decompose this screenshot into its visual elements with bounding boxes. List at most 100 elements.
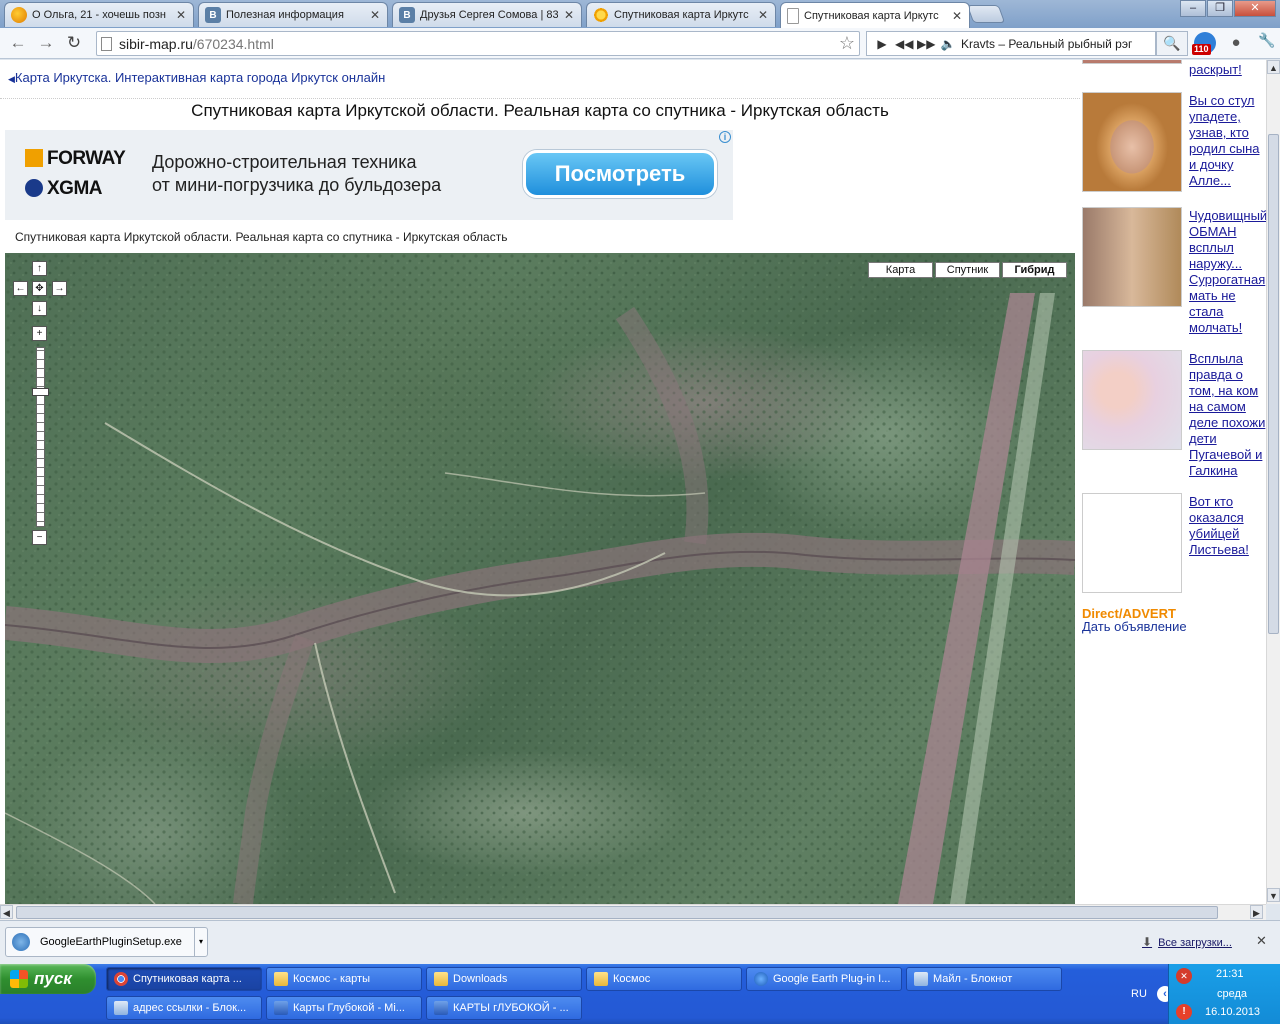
warning-icon[interactable]: ! [1176,1004,1192,1020]
news-thumbnail[interactable] [1082,60,1182,64]
browser-toolbar: ← → ↻ sibir-map.ru/670234.html ☆ ▶ ◀◀ ▶▶… [0,28,1280,59]
search-icon[interactable]: 🔍 [1156,31,1188,56]
broken-image-icon[interactable] [1082,493,1182,593]
ad-line-1: Дорожно-строительная техника [152,152,417,172]
back-button[interactable]: ← [6,32,30,54]
ad-banner[interactable]: i FORWAY XGMA Дорожно-строительная техни… [5,130,733,220]
zoom-slider-handle[interactable] [32,388,49,396]
tab-satellite-map-1[interactable]: Спутниковая карта Иркутс ✕ [586,2,776,27]
scroll-thumb[interactable] [16,906,1218,919]
pan-right-button[interactable]: → [52,281,67,296]
map-type-satellite[interactable]: Спутник [935,262,1000,278]
previous-icon[interactable]: ◀◀ [895,37,913,51]
map-type-map[interactable]: Карта [868,262,933,278]
ad-cta-button[interactable]: Посмотреть [523,150,717,198]
ad-info-icon[interactable]: i [719,131,731,143]
task-word-maps-2[interactable]: КАРТЫ гЛУБОКОЙ - ... [426,996,582,1020]
pan-up-button[interactable]: ↑ [32,261,47,276]
news-link[interactable]: Вот кто оказался убийцей Листьева! [1189,494,1266,558]
next-icon[interactable]: ▶▶ [917,37,935,51]
task-folder-downloads[interactable]: Downloads [426,967,582,991]
task-google-earth[interactable]: Google Earth Plug-in I... [746,967,902,991]
tab-odnoklassniki[interactable]: О Ольга, 21 - хочешь позн ✕ [4,2,194,27]
task-folder-kosmos-maps[interactable]: Космос - карты [266,967,422,991]
satellite-map[interactable]: ↑ ← ✥ → ↓ + − Карта Спутник Гибрид [5,253,1075,904]
news-link[interactable]: Чудовищный ОБМАН всплыл наружу... Суррог… [1189,208,1266,336]
reload-button[interactable]: ↻ [62,32,86,54]
clock-time[interactable]: 21:31 [1216,968,1244,980]
horizontal-scrollbar[interactable]: ◀ ▶ [0,904,1266,920]
xgma-logo: XGMA [25,178,103,200]
scroll-up-icon[interactable]: ▲ [1267,60,1280,74]
bookmark-star-icon[interactable]: ☆ [839,33,855,54]
close-icon[interactable]: ✕ [1256,933,1267,949]
google-earth-icon [754,972,768,986]
task-label: Downloads [453,973,508,985]
wrench-menu-icon[interactable]: 🔧 [1256,32,1278,54]
tab-satellite-map-active[interactable]: Спутниковая карта Иркутс ✕ [780,2,970,28]
scroll-down-icon[interactable]: ▼ [1267,888,1280,902]
news-thumbnail[interactable] [1082,350,1182,450]
maximize-button[interactable]: ❐ [1207,0,1233,17]
url-path: /670234.html [192,35,274,52]
news-link[interactable]: Всплыла правда о том, на ком на самом де… [1189,351,1266,479]
close-icon[interactable]: ✕ [369,8,381,22]
close-icon[interactable]: ✕ [175,8,187,22]
extension-icon[interactable]: ● [1226,34,1246,54]
task-notepad-mail[interactable]: Майл - Блокнот [906,967,1062,991]
url-host: sibir-map.ru [119,35,193,52]
page-title: Спутниковая карта Иркутской области. Реа… [0,98,1080,121]
volume-icon[interactable]: 🔈 [939,37,957,51]
page-icon [787,7,799,24]
vk-icon: B [205,7,221,23]
forward-button[interactable]: → [34,32,58,54]
show-all-downloads-link[interactable]: ⬇ Все загрузки... [1142,935,1232,949]
zoom-slider[interactable] [36,347,45,527]
scroll-left-icon[interactable]: ◀ [0,905,13,919]
tab-friends[interactable]: B Друзья Сергея Сомова | 83 ✕ [392,2,582,27]
task-label: Майл - Блокнот [933,973,1013,985]
close-icon[interactable]: ✕ [757,8,769,22]
address-bar[interactable]: sibir-map.ru/670234.html ☆ [96,31,860,56]
news-thumbnail[interactable] [1082,92,1182,192]
back-link[interactable]: ◀Карта Иркутска. Интерактивная карта гор… [8,70,385,85]
task-word-maps[interactable]: Карты Глубокой - Mi... [266,996,422,1020]
zoom-out-button[interactable]: − [32,530,47,545]
chevron-down-icon[interactable]: ▾ [194,928,207,956]
map-type-switcher: Карта Спутник Гибрид [868,262,1067,278]
zoom-in-button[interactable]: + [32,326,47,341]
close-window-button[interactable]: ✕ [1234,0,1276,17]
pan-left-button[interactable]: ← [13,281,28,296]
scroll-thumb[interactable] [1268,134,1279,634]
play-icon[interactable]: ▶ [873,37,891,51]
start-button[interactable]: пуск [0,964,96,994]
vertical-scrollbar[interactable]: ▲ ▼ [1266,60,1280,904]
task-chrome[interactable]: Спутниковая карта ... [106,967,262,991]
news-thumbnail[interactable] [1082,207,1182,307]
map-type-hybrid[interactable]: Гибрид [1002,262,1067,278]
place-ad-link[interactable]: Дать объявление [1082,619,1187,634]
close-icon[interactable]: ✕ [563,8,575,22]
task-label: адрес ссылки - Блок... [133,1002,247,1014]
folder-icon [434,972,448,986]
antivirus-shield-icon[interactable]: ✕ [1176,968,1192,984]
new-tab-button[interactable] [966,5,1006,23]
ad-line-2: от мини-погрузчика до бульдозера [152,175,442,195]
url-text: sibir-map.ru/670234.html [119,36,274,52]
language-indicator[interactable]: RU [1131,988,1147,1000]
close-icon[interactable]: ✕ [951,9,963,23]
task-notepad-links[interactable]: адрес ссылки - Блок... [106,996,262,1020]
task-folder-kosmos[interactable]: Космос [586,967,742,991]
brand-forway: FORWAY [47,148,126,169]
news-link[interactable]: раскрыт! [1189,62,1266,80]
brand-xgma: XGMA [47,178,103,199]
pan-center-button[interactable]: ✥ [32,281,47,296]
scroll-right-icon[interactable]: ▶ [1250,905,1263,919]
news-link[interactable]: Вы со стул упадете, узнав, кто родил сын… [1189,93,1266,189]
tab-title: Спутниковая карта Иркутс [804,9,939,22]
mail-extension-icon[interactable]: 110 [1192,32,1216,55]
minimize-button[interactable]: – [1180,0,1206,17]
download-item[interactable]: GoogleEarthPluginSetup.exe ▾ [5,927,208,957]
tab-useful-info[interactable]: B Полезная информация ✕ [198,2,388,27]
pan-down-button[interactable]: ↓ [32,301,47,316]
